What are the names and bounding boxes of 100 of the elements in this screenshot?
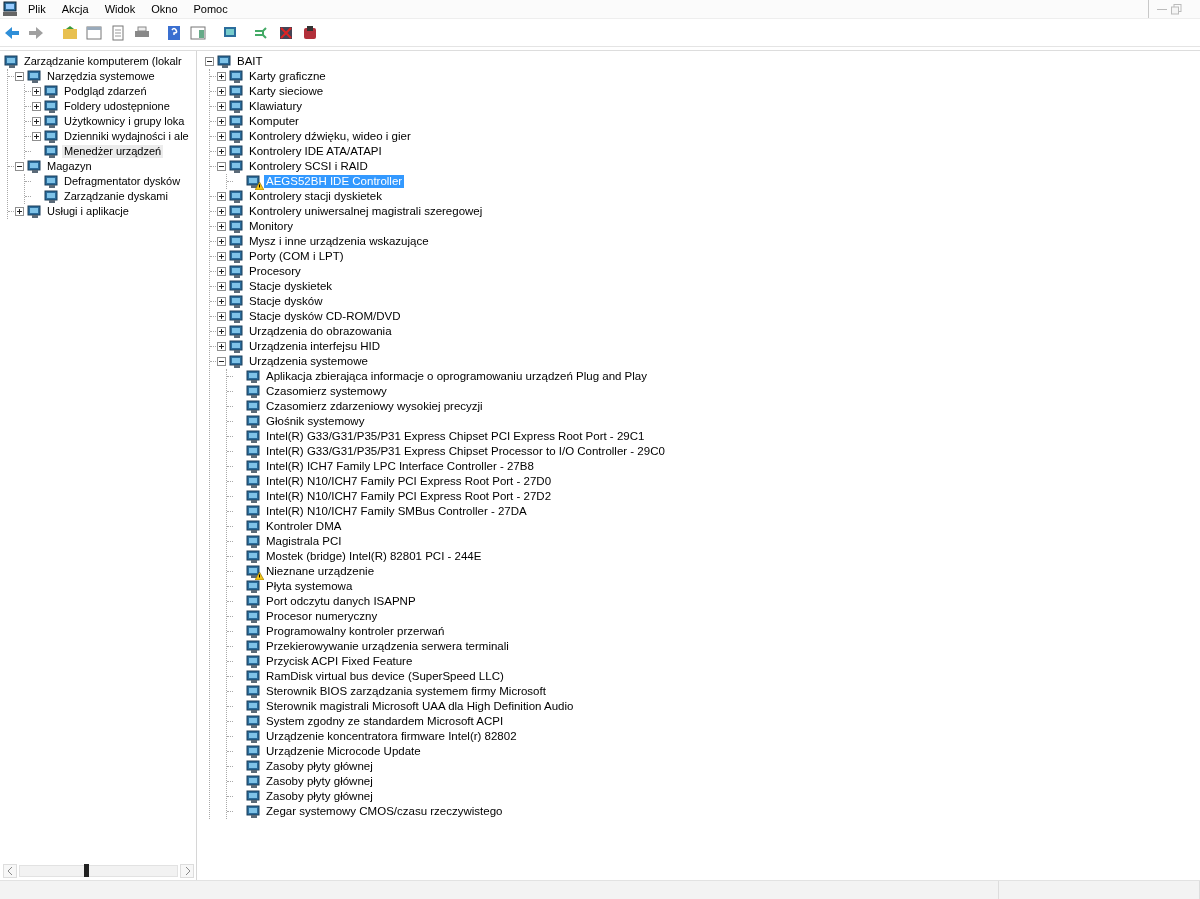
- tree-item[interactable]: Zasoby płyty głównej: [264, 775, 375, 788]
- collapse-button[interactable]: [217, 357, 226, 366]
- expand-button[interactable]: [15, 207, 24, 216]
- expand-button[interactable]: [217, 87, 226, 96]
- tree-item[interactable]: Zarządzanie dyskami: [62, 190, 170, 203]
- tree-item[interactable]: Narzędzia systemowe: [45, 70, 157, 83]
- computer-icon[interactable]: [2, 1, 18, 17]
- tree-item[interactable]: Porty (COM i LPT): [247, 250, 346, 263]
- tree-item[interactable]: Kontroler DMA: [264, 520, 344, 533]
- tree-item[interactable]: Urządzenia interfejsu HID: [247, 340, 383, 353]
- tree-item[interactable]: Procesor numeryczny: [264, 610, 380, 623]
- tree-item[interactable]: Intel(R) G33/G31/P35/P31 Express Chipset Processor to I/O Controller - 29C0: [264, 445, 667, 458]
- expand-button[interactable]: [217, 207, 226, 216]
- tree-item[interactable]: Przekierowywanie urządzenia serwera terminali: [264, 640, 511, 653]
- tree-item[interactable]: Defragmentator dysków: [62, 175, 183, 188]
- tree-item[interactable]: Intel(R) ICH7 Family LPC Interface Controller - 27B8: [264, 460, 536, 473]
- tree-item[interactable]: Klawiatury: [247, 100, 305, 113]
- tree-item[interactable]: Foldery udostępnione: [62, 100, 172, 113]
- menu-item[interactable]: Akcja: [53, 3, 97, 15]
- tree-item[interactable]: Czasomierz systemowy: [264, 385, 389, 398]
- tree-item[interactable]: Urządzenie Microcode Update: [264, 745, 423, 758]
- expand-button[interactable]: [32, 117, 41, 126]
- tree-item[interactable]: Kontrolery stacji dyskietek: [247, 190, 384, 203]
- tree-item[interactable]: Urządzenia systemowe: [247, 355, 370, 368]
- tree-item[interactable]: Magistrala PCI: [264, 535, 344, 548]
- tree-item[interactable]: Urządzenie koncentratora firmware Intel(r) 82802: [264, 730, 519, 743]
- expand-button[interactable]: [32, 102, 41, 111]
- expand-button[interactable]: [217, 72, 226, 81]
- tree-item[interactable]: Usługi i aplikacje: [45, 205, 131, 218]
- tree-item[interactable]: Dzienniki wydajności i ale: [62, 130, 191, 143]
- tree-item[interactable]: Monitory: [247, 220, 296, 233]
- tree-item[interactable]: Intel(R) N10/ICH7 Family PCI Express Root Port - 27D2: [264, 490, 554, 503]
- collapse-button[interactable]: [15, 72, 24, 81]
- expand-button[interactable]: [217, 297, 226, 306]
- menu-item[interactable]: Okno: [143, 3, 186, 15]
- expand-button[interactable]: [217, 252, 226, 261]
- tree-item[interactable]: Sterownik magistrali Microsoft UAA dla High Definition Audio: [264, 700, 576, 713]
- collapse-button[interactable]: [217, 162, 226, 171]
- tree-item[interactable]: Stacje dysków: [247, 295, 325, 308]
- expand-button[interactable]: [32, 132, 41, 141]
- tree-item[interactable]: Urządzenia do obrazowania: [247, 325, 394, 338]
- tree-item[interactable]: Kontrolery dźwięku, wideo i gier: [247, 130, 413, 143]
- expand-button[interactable]: [217, 222, 226, 231]
- tree-item[interactable]: Zegar systemowy CMOS/czasu rzeczywistego: [264, 805, 505, 818]
- tree-item[interactable]: Stacje dysków CD-ROM/DVD: [247, 310, 403, 323]
- tree-item[interactable]: System zgodny ze standardem Microsoft ACPI: [264, 715, 506, 728]
- tree-item[interactable]: Czasomierz zdarzeniowy wysokiej precyzji: [264, 400, 485, 413]
- expand-button[interactable]: [217, 147, 226, 156]
- tree-item[interactable]: Stacje dyskietek: [247, 280, 335, 293]
- expand-button[interactable]: [217, 312, 226, 321]
- menu-item[interactable]: Widok: [96, 3, 144, 15]
- tree-item[interactable]: Zasoby płyty głównej: [264, 760, 375, 773]
- monitor-icon: [44, 99, 60, 114]
- tree-item[interactable]: Port odczytu danych ISAPNP: [264, 595, 418, 608]
- tree-item[interactable]: Kontrolery IDE ATA/ATAPI: [247, 145, 384, 158]
- tree-item[interactable]: Intel(R) G33/G31/P35/P31 Express Chipset PCI Express Root Port - 29C1: [264, 430, 647, 443]
- tree-item[interactable]: Zarządzanie komputerem (lokalr: [22, 55, 184, 68]
- tree-item[interactable]: Zasoby płyty głównej: [264, 790, 375, 803]
- tree-item[interactable]: Przycisk ACPI Fixed Feature: [264, 655, 415, 668]
- menu-item[interactable]: Pomoc: [185, 3, 236, 15]
- tree-item[interactable]: Karty sieciowe: [247, 85, 326, 98]
- scrollbar-thumb[interactable]: [84, 864, 89, 877]
- collapse-button[interactable]: [205, 57, 214, 66]
- expand-button[interactable]: [217, 327, 226, 336]
- scroll-left-button[interactable]: [3, 864, 17, 878]
- tree-item[interactable]: Intel(R) N10/ICH7 Family PCI Express Root Port - 27D0: [264, 475, 554, 488]
- tree-item[interactable]: Użytkownicy i grupy loka: [62, 115, 187, 128]
- monitor-icon: [44, 84, 60, 99]
- expand-button[interactable]: [217, 102, 226, 111]
- expand-button[interactable]: [217, 117, 226, 126]
- tree-item[interactable]: Kontrolery uniwersalnej magistrali szeregowej: [247, 205, 485, 218]
- tree-item[interactable]: Aplikacja zbierająca informacje o oprogramowaniu urządzeń Plug and Play: [264, 370, 649, 383]
- scroll-right-button[interactable]: [180, 864, 194, 878]
- tree-item[interactable]: Mysz i inne urządzenia wskazujące: [247, 235, 431, 248]
- tree-item[interactable]: Magazyn: [45, 160, 94, 173]
- tree-item[interactable]: Komputer: [247, 115, 301, 128]
- tree-item[interactable]: Sterownik BIOS zarządzania systemem firmy Microsoft: [264, 685, 548, 698]
- tree-item[interactable]: Menedżer urządzeń: [62, 145, 164, 158]
- tree-item[interactable]: Procesory: [247, 265, 303, 278]
- expand-button[interactable]: [217, 267, 226, 276]
- tree-item[interactable]: BAIT: [235, 55, 265, 68]
- tree-item[interactable]: Intel(R) N10/ICH7 Family SMBus Controller - 27DA: [264, 505, 529, 518]
- tree-item[interactable]: Mostek (bridge) Intel(R) 82801 PCI - 244E: [264, 550, 484, 563]
- collapse-button[interactable]: [15, 162, 24, 171]
- tree-item[interactable]: Nieznane urządzenie: [264, 565, 377, 578]
- tree-item[interactable]: Płyta systemowa: [264, 580, 355, 593]
- expand-button[interactable]: [217, 192, 226, 201]
- tree-item[interactable]: RamDisk virtual bus device (SuperSpeed LLC): [264, 670, 506, 683]
- tree-item[interactable]: Podgląd zdarzeń: [62, 85, 149, 98]
- tree-item[interactable]: Karty graficzne: [247, 70, 328, 83]
- scrollbar-track[interactable]: [19, 865, 178, 877]
- expand-button[interactable]: [217, 342, 226, 351]
- tree-item[interactable]: Głośnik systemowy: [264, 415, 367, 428]
- expand-button[interactable]: [217, 282, 226, 291]
- tree-item[interactable]: Kontrolery SCSI i RAID: [247, 160, 370, 173]
- expand-button[interactable]: [217, 237, 226, 246]
- menu-item[interactable]: Plik: [20, 3, 54, 15]
- tree-item[interactable]: Programowalny kontroler przerwań: [264, 625, 447, 638]
- expand-button[interactable]: [217, 132, 226, 141]
- expand-button[interactable]: [32, 87, 41, 96]
